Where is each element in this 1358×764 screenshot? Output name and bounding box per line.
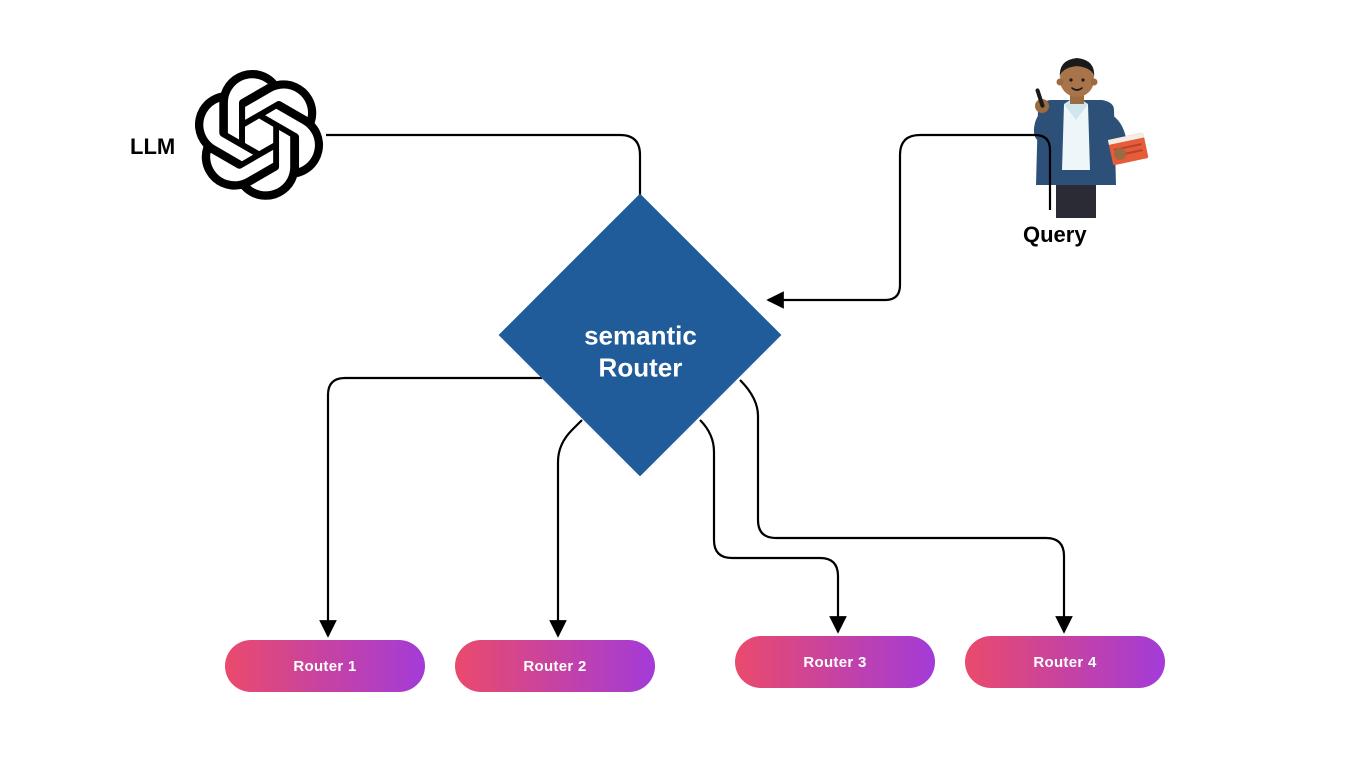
semantic-router-node: semanticRouter <box>499 194 782 477</box>
router-4-node: Router 4 <box>965 636 1165 688</box>
router-1-node: Router 1 <box>225 640 425 692</box>
semantic-router-label: semanticRouter <box>584 286 697 384</box>
router-2-node: Router 2 <box>455 640 655 692</box>
person-with-book-icon <box>998 50 1158 220</box>
query-label: Query <box>1023 222 1087 248</box>
diagram-canvas: LLM <box>0 0 1358 764</box>
openai-knot-icon <box>195 70 325 200</box>
router-1-label: Router 1 <box>293 658 356 675</box>
llm-label: LLM <box>130 134 175 160</box>
router-4-label: Router 4 <box>1033 654 1096 671</box>
router-3-label: Router 3 <box>803 654 866 671</box>
router-2-label: Router 2 <box>523 658 586 675</box>
router-3-node: Router 3 <box>735 636 935 688</box>
